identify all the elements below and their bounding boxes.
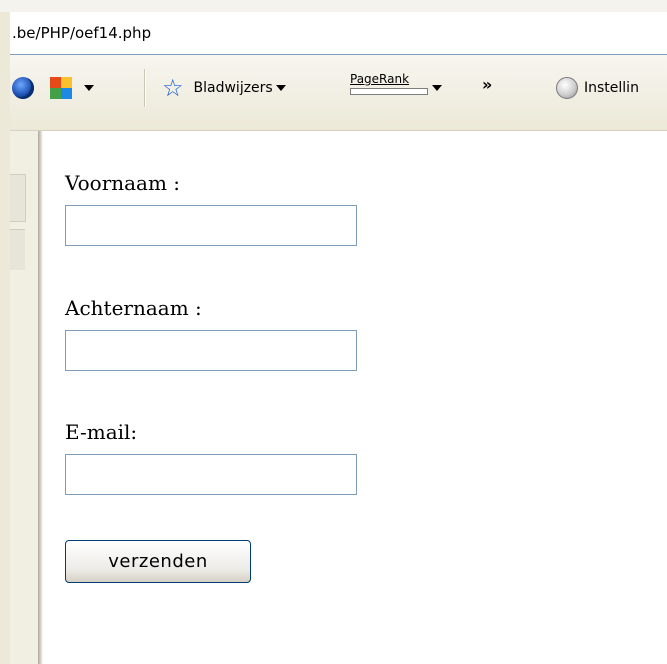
sidebar-tab[interactable] (10, 229, 25, 270)
email-label: E-mail: (65, 420, 138, 444)
window-top-border (0, 0, 667, 12)
chevron-down-icon (432, 85, 442, 91)
toolbar-separator (144, 69, 146, 107)
puzzle-icon (50, 77, 72, 99)
pagerank-bar (350, 88, 428, 95)
settings-circle-icon (556, 77, 578, 99)
toolbar-overflow-button[interactable]: » (482, 75, 492, 94)
extensions-button[interactable] (50, 77, 94, 99)
chevron-right-icon: » (482, 75, 493, 94)
email-input[interactable] (65, 454, 357, 495)
first-name-input[interactable] (65, 205, 357, 246)
submit-button[interactable]: verzenden (65, 540, 251, 583)
google-toolbar-button[interactable] (12, 77, 34, 99)
first-name-label: Voornaam : (65, 171, 181, 195)
address-url[interactable]: .be/PHP/oef14.php (12, 24, 151, 42)
settings-label: Instellin (584, 80, 639, 96)
chevron-down-icon (84, 85, 94, 91)
sidebar-tab[interactable] (10, 174, 26, 222)
star-icon: ☆ (162, 74, 184, 102)
globe-icon (12, 77, 34, 99)
last-name-input[interactable] (65, 330, 357, 371)
address-bar[interactable]: .be/PHP/oef14.php (10, 12, 667, 55)
last-name-label: Achternaam : (65, 296, 202, 320)
pagerank-button[interactable]: PageRank (350, 73, 442, 95)
sidebar-panel (10, 131, 39, 664)
bookmarks-label: Bladwijzers (193, 80, 273, 96)
browser-toolbar: ☆ Bladwijzers PageRank » Instellin (10, 55, 667, 131)
settings-button[interactable]: Instellin (556, 77, 639, 99)
chevron-down-icon (275, 85, 286, 91)
pagerank-label: PageRank (350, 72, 410, 86)
page-content: Voornaam : Achternaam : E-mail: verzende… (44, 131, 667, 664)
bookmarks-button[interactable]: ☆ Bladwijzers (162, 74, 286, 102)
window-left-border (0, 0, 10, 664)
content-frame-border (38, 131, 43, 664)
